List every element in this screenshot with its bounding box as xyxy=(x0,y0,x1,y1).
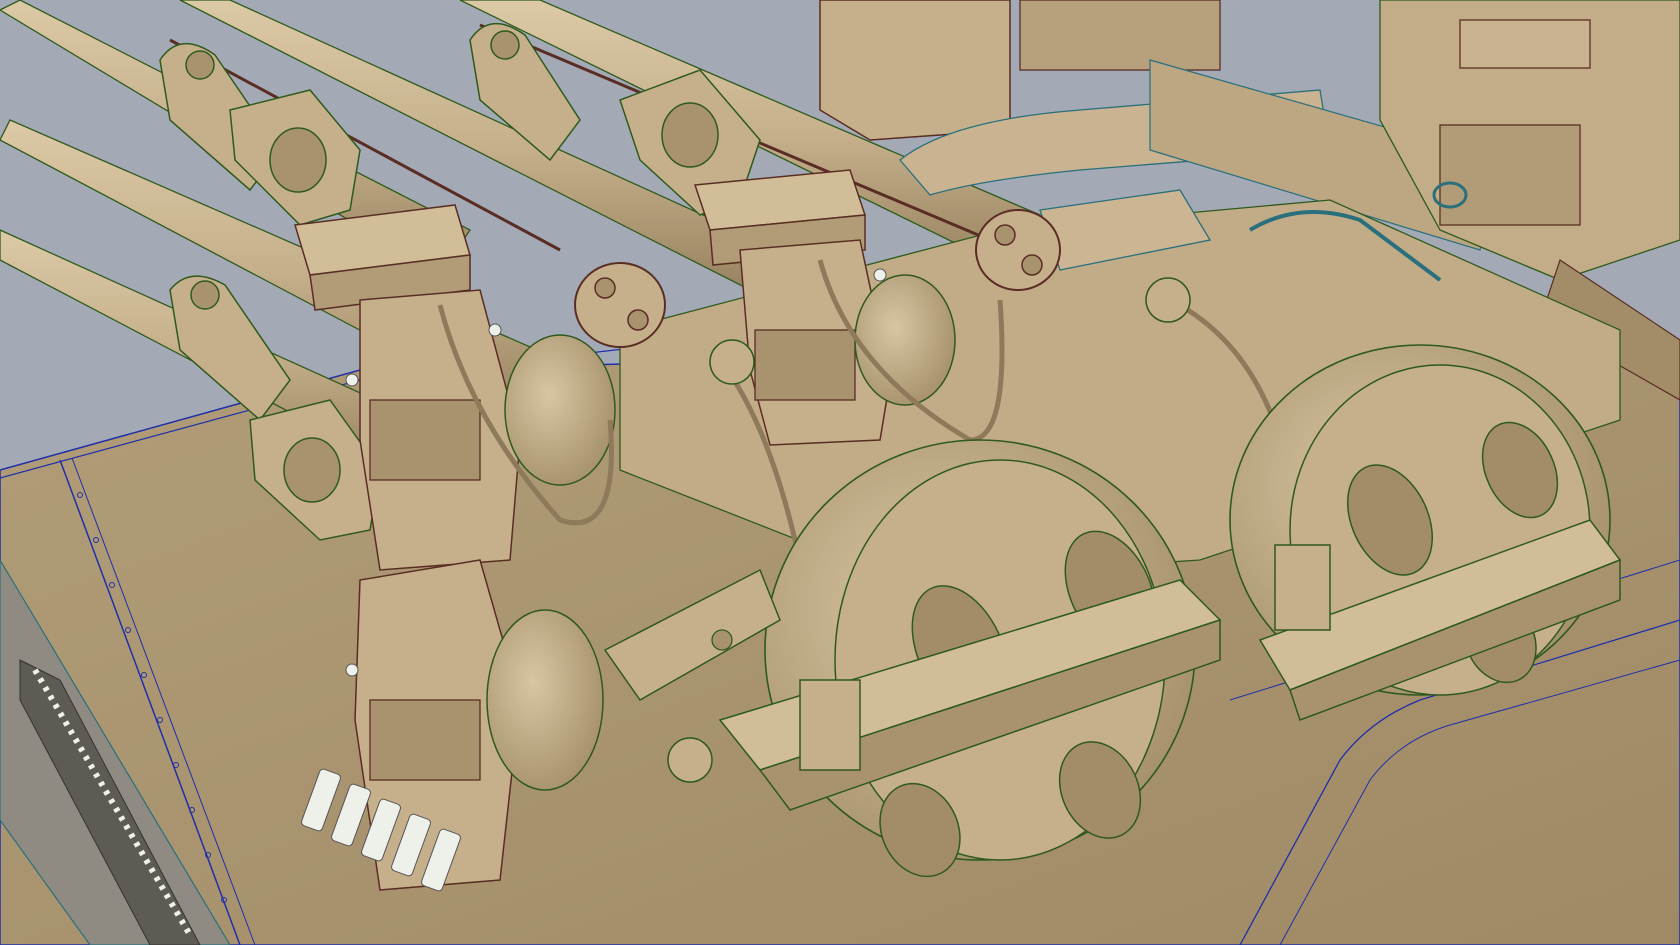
cad-viewport[interactable] xyxy=(0,0,1680,945)
barrel-cap-2 xyxy=(975,209,1061,291)
barrel-cap-1 xyxy=(574,262,666,348)
model-render xyxy=(0,0,1680,945)
